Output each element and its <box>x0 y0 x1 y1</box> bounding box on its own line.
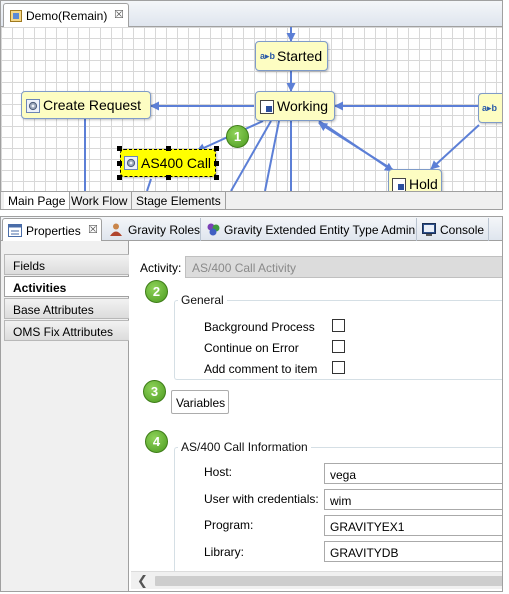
gear-process-icon <box>26 99 40 113</box>
sidetab-activities[interactable]: Activities <box>4 276 129 297</box>
background-process-label: Background Process <box>204 320 315 334</box>
tab-label: Gravity Roles <box>128 223 201 237</box>
user-with-credentials-label: User with credentials: <box>204 492 319 506</box>
close-icon[interactable]: ☒ <box>114 8 124 21</box>
tab-stage-elements[interactable]: Stage Elements <box>132 192 226 209</box>
wait-state-icon <box>260 100 274 114</box>
user-with-credentials-field[interactable]: wim <box>324 489 502 510</box>
node-label: Create Request <box>43 97 142 113</box>
tab-gravity-extended-entity-type-admin[interactable]: Gravity Extended Entity Type Admin <box>201 218 417 241</box>
program-field[interactable]: GRAVITYEX1 <box>324 515 502 536</box>
properties-side-tabs: Fields Activities Base Attributes OMS Fi… <box>1 241 129 591</box>
assignment-icon: a▸b <box>260 51 276 61</box>
roles-icon <box>110 223 122 236</box>
node-create-request[interactable]: Create Request <box>21 91 151 119</box>
add-comment-label: Add comment to item <box>204 362 318 376</box>
add-comment-checkbox[interactable] <box>332 361 345 374</box>
editor-tab-demo[interactable]: Demo(Remain) ☒ <box>3 3 129 27</box>
sidetab-base-attributes[interactable]: Base Attributes <box>4 298 129 319</box>
node-label: Started <box>277 48 323 64</box>
tab-label: Gravity Extended Entity Type Admin <box>224 223 416 237</box>
selection-handle[interactable] <box>214 161 219 166</box>
host-field[interactable]: vega <box>324 463 502 484</box>
continue-on-error-label: Continue on Error <box>204 341 299 355</box>
scroll-left-icon[interactable]: ❮ <box>137 573 148 589</box>
node-working[interactable]: Working <box>255 91 335 121</box>
callout-marker-3: 3 <box>143 380 166 403</box>
selection-handle[interactable] <box>117 161 122 166</box>
assignment-icon: a▸b <box>482 103 498 113</box>
tab-work-flow[interactable]: Work Flow <box>67 192 133 209</box>
properties-icon <box>8 224 22 237</box>
node-started[interactable]: a▸b Started <box>255 41 328 71</box>
connector-as400-down <box>146 178 152 191</box>
background-process-checkbox[interactable] <box>332 319 345 332</box>
selection-handle[interactable] <box>166 175 171 180</box>
callout-marker-2: 2 <box>145 280 168 303</box>
as400-group-title: AS/400 Call Information <box>178 440 311 454</box>
variables-button[interactable]: Variables <box>171 390 229 414</box>
tab-console[interactable]: Console <box>417 218 489 241</box>
connector-working-down-2 <box>264 120 280 191</box>
selection-handle[interactable] <box>166 146 171 151</box>
properties-view: Properties ☒ Gravity Roles Gravity Exten… <box>0 216 503 592</box>
workflow-editor: Demo(Remain) ☒ a▸b Started Create Reques… <box>0 0 503 210</box>
program-label: Program: <box>204 518 254 532</box>
workflow-canvas[interactable]: a▸b Started Create Request Working a▸b A… <box>1 27 502 191</box>
sidetab-fields[interactable]: Fields <box>4 254 129 275</box>
workflow-file-icon <box>10 10 22 22</box>
selection-handle[interactable] <box>117 146 122 151</box>
connector-hold-to-working <box>318 122 402 176</box>
general-group-title: General <box>178 293 227 307</box>
sidetab-oms-fix-attributes[interactable]: OMS Fix Attributes <box>4 320 129 341</box>
console-icon <box>422 223 436 236</box>
scrollbar-thumb[interactable] <box>155 576 502 586</box>
selection-handle[interactable] <box>214 175 219 180</box>
callout-marker-1: 1 <box>226 125 249 148</box>
callout-marker-4: 4 <box>145 430 168 453</box>
node-label: Working <box>277 98 329 114</box>
tab-label: Console <box>440 223 485 237</box>
close-icon[interactable]: ☒ <box>88 223 98 236</box>
connector-right-to-hold <box>430 124 480 170</box>
editor-tab-label: Demo(Remain) <box>26 9 108 23</box>
wait-state-icon <box>392 178 406 191</box>
continue-on-error-checkbox[interactable] <box>332 340 345 353</box>
editor-page-tabs: Main Page Work Flow Stage Elements <box>1 191 502 209</box>
library-label: Library: <box>204 545 245 559</box>
node-hold[interactable]: Hold <box>388 169 442 191</box>
tab-main-page[interactable]: Main Page <box>4 192 71 209</box>
activity-label: Activity: <box>140 261 182 275</box>
tab-properties[interactable]: Properties ☒ <box>2 218 102 241</box>
editor-tab-bar: Demo(Remain) ☒ <box>1 1 502 27</box>
library-field[interactable]: GRAVITYDB <box>324 541 502 562</box>
tab-label: Properties <box>26 224 81 238</box>
horizontal-scrollbar[interactable]: ❮ <box>131 571 502 589</box>
activity-properties-panel: Activity: AS/400 Call Activity 2 General… <box>130 241 502 591</box>
selection-handle[interactable] <box>214 146 219 151</box>
view-tab-bar: Properties ☒ Gravity Roles Gravity Exten… <box>1 217 502 241</box>
node-label: AS400 Call <box>141 155 212 171</box>
entity-type-icon <box>207 223 220 236</box>
node-label: Hold <box>409 176 438 191</box>
node-partial-right[interactable]: a▸b <box>478 93 502 123</box>
activity-field: AS/400 Call Activity <box>185 256 502 278</box>
selection-handle[interactable] <box>117 175 122 180</box>
host-label: Host: <box>204 465 233 479</box>
gear-process-icon <box>124 156 138 170</box>
tab-gravity-roles[interactable]: Gravity Roles <box>105 218 201 241</box>
node-as400-call[interactable]: AS400 Call <box>120 149 216 177</box>
